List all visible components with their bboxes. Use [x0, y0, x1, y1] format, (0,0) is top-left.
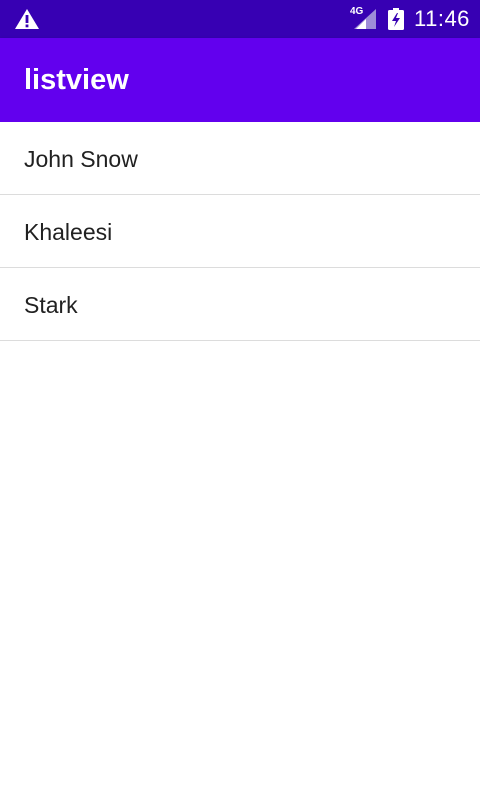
list-item[interactable]: John Snow — [0, 122, 480, 195]
warning-icon — [15, 9, 39, 29]
list-item-label: Stark — [24, 292, 78, 318]
battery-charging-icon — [388, 8, 404, 30]
list-item-label: Khaleesi — [24, 219, 113, 245]
list-item-label: John Snow — [24, 146, 138, 172]
list-item[interactable]: Khaleesi — [0, 195, 480, 268]
list-view[interactable]: John Snow Khaleesi Stark — [0, 122, 480, 341]
app-bar: listview — [0, 38, 480, 122]
status-bar: 4G 11:46 — [0, 0, 480, 38]
app-title: listview — [24, 64, 129, 96]
signal-icon — [354, 9, 376, 29]
list-item[interactable]: Stark — [0, 268, 480, 341]
clock: 11:46 — [414, 6, 470, 31]
